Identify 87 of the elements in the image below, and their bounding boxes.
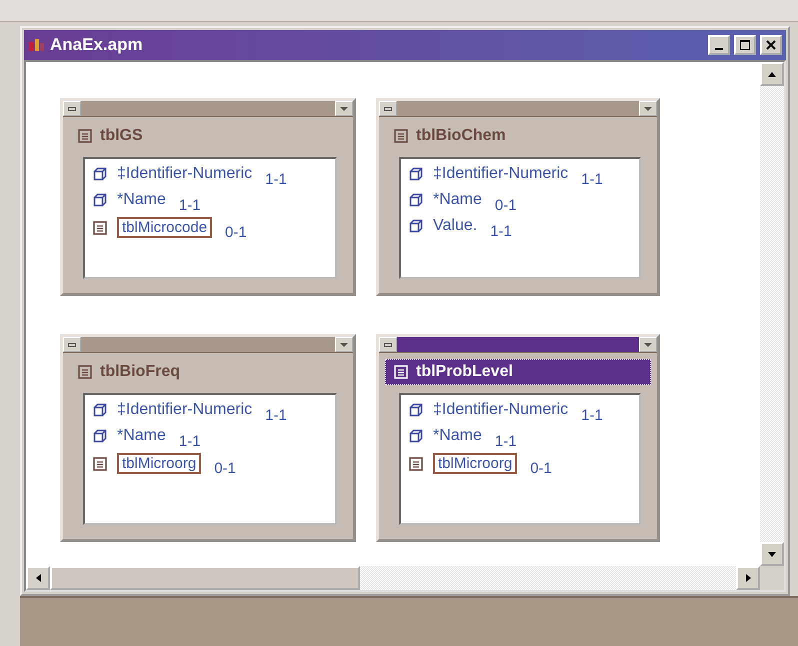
field-name[interactable]: *Name (433, 191, 482, 209)
collapse-button[interactable] (63, 101, 81, 116)
field-name[interactable]: ‡Identifier-Numeric (117, 401, 252, 419)
field-name[interactable]: *Name (117, 427, 166, 445)
table-icon (409, 456, 423, 470)
field-name[interactable]: ‡Identifier-Numeric (433, 165, 568, 183)
cardinality: 0-1 (225, 224, 247, 241)
cube-icon (409, 193, 423, 207)
table-card[interactable]: tblProbLevel ‡Identifier-Numeric 1-1 *Name 1-1 tblMicroorg 0-1 (376, 334, 660, 542)
reference-field[interactable]: tblMicroorg (433, 453, 518, 474)
table-name: tblGS (100, 127, 143, 145)
collapse-icon (68, 106, 76, 112)
caret-icon (644, 106, 652, 112)
cube-icon (409, 429, 423, 443)
left-arrow-icon (36, 574, 40, 582)
cardinality: 1-1 (178, 196, 201, 214)
horizontal-scrollbar[interactable] (26, 566, 760, 590)
cube-icon (409, 403, 423, 417)
field-name[interactable]: *Name (117, 191, 166, 209)
cardinality: 1-1 (265, 406, 287, 424)
table-icon (93, 456, 107, 470)
dropdown-button[interactable] (639, 337, 657, 352)
table-card[interactable]: tblBioChem ‡Identifier-Numeric 1-1 *Name 0-1 Value. 1-1 (376, 98, 660, 296)
table-name: tblProbLevel (416, 363, 513, 381)
field-name[interactable]: Value. (433, 217, 478, 235)
table-name: tblBioChem (416, 127, 506, 145)
table-header[interactable]: tblBioFreq (69, 359, 347, 385)
caret-icon (340, 342, 348, 348)
right-arrow-icon (746, 574, 750, 582)
collapse-icon (68, 342, 76, 348)
caret-icon (340, 106, 348, 112)
collapse-button[interactable] (379, 101, 397, 116)
close-icon (766, 40, 776, 50)
table-icon (394, 129, 408, 143)
table-card[interactable]: tblGS ‡Identifier-Numeric 1-1 *Name 1-1 tblMicrocode 0-1 (60, 98, 356, 296)
minimize-icon (715, 48, 723, 50)
table-name: tblBioFreq (100, 363, 180, 381)
caret-icon (644, 342, 652, 348)
cardinality: 1-1 (581, 406, 603, 424)
collapse-icon (384, 342, 392, 348)
collapse-button[interactable] (63, 337, 81, 352)
cube-icon (93, 429, 107, 443)
cardinality: 0-1 (530, 460, 552, 477)
scroll-down-button[interactable] (760, 542, 784, 566)
table-card[interactable]: tblBioFreq ‡Identifier-Numeric 1-1 *Name 1-1 tblMicroorg 0-1 (60, 334, 356, 542)
dropdown-button[interactable] (335, 101, 353, 116)
field-name[interactable]: ‡Identifier-Numeric (433, 401, 568, 419)
table-icon (93, 220, 107, 234)
scroll-up-button[interactable] (760, 62, 784, 86)
cardinality: 1-1 (494, 432, 517, 450)
window-title: AnaEx.apm (50, 35, 144, 55)
cardinality: 0-1 (214, 460, 236, 477)
field-name[interactable]: *Name (433, 427, 482, 445)
minimize-button[interactable] (708, 35, 730, 55)
reference-field[interactable]: tblMicrocode (117, 217, 212, 238)
table-icon (78, 129, 92, 143)
table-header[interactable]: tblBioChem (385, 123, 651, 149)
cube-icon (409, 167, 423, 181)
table-icon (78, 365, 92, 379)
cube-icon (93, 167, 107, 181)
scroll-left-button[interactable] (26, 566, 50, 590)
dropdown-button[interactable] (639, 101, 657, 116)
app-icon (28, 37, 46, 53)
close-button[interactable] (760, 35, 782, 55)
up-arrow-icon (768, 72, 776, 76)
cardinality: 1-1 (581, 170, 603, 188)
collapse-button[interactable] (379, 337, 397, 352)
reference-field[interactable]: tblMicroorg (117, 453, 202, 474)
scroll-right-button[interactable] (736, 566, 760, 590)
cube-icon (409, 219, 423, 233)
scroll-thumb[interactable] (50, 566, 360, 590)
field-name[interactable]: ‡Identifier-Numeric (117, 165, 252, 183)
vertical-scrollbar[interactable] (760, 62, 784, 566)
cardinality: 1-1 (490, 222, 512, 240)
table-header[interactable]: tblGS (69, 123, 347, 149)
table-header[interactable]: tblProbLevel (385, 359, 651, 385)
dropdown-button[interactable] (335, 337, 353, 352)
cube-icon (93, 193, 107, 207)
maximize-button[interactable] (734, 35, 756, 55)
cardinality: 0-1 (494, 196, 517, 214)
maximize-icon (740, 40, 750, 50)
cardinality: 1-1 (178, 432, 201, 450)
collapse-icon (384, 106, 392, 112)
cardinality: 1-1 (265, 170, 287, 188)
cube-icon (93, 403, 107, 417)
down-arrow-icon (768, 552, 776, 556)
table-icon (394, 365, 408, 379)
